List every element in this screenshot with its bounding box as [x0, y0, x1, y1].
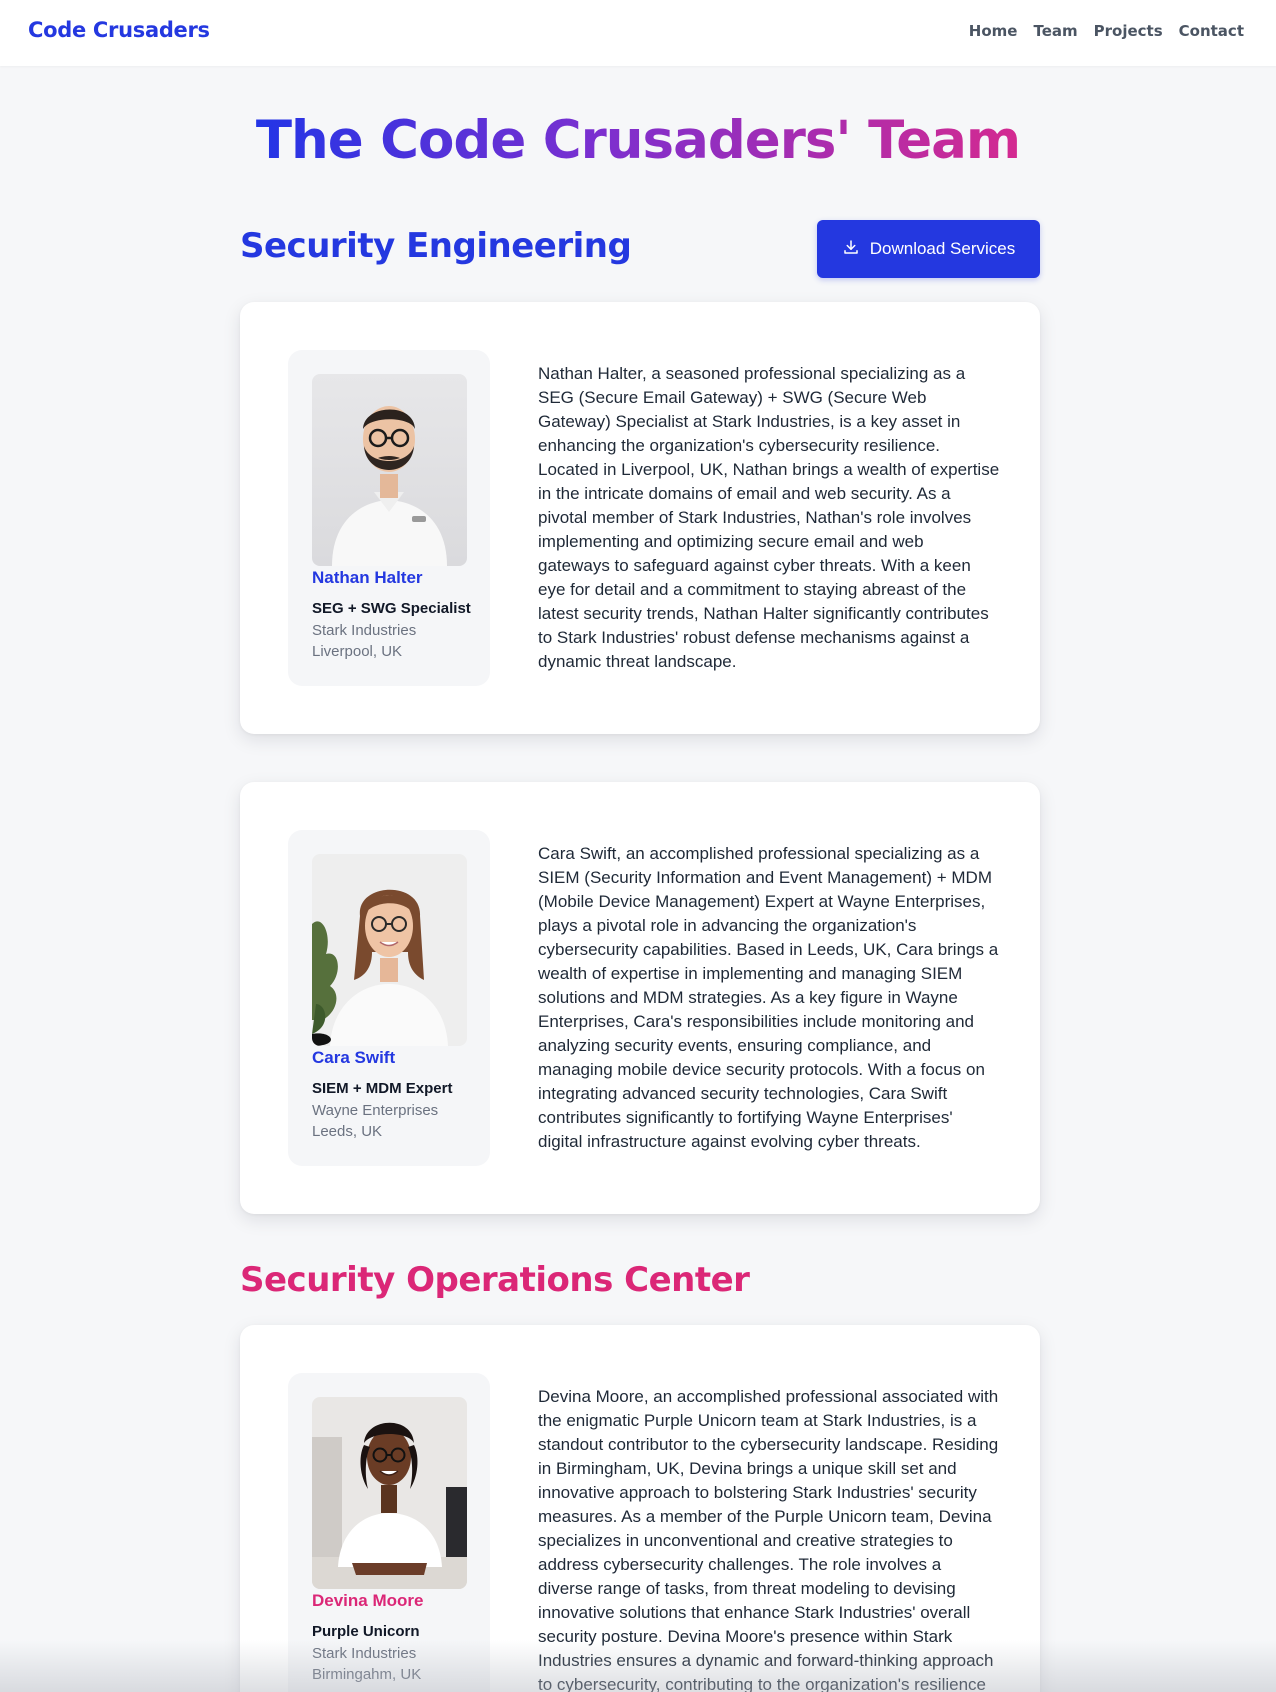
member-bio: Devina Moore, an accomplished profession…	[538, 1387, 999, 1692]
member-location: Birmingahm, UK	[312, 1666, 422, 1683]
section-title-soc: Security Operations Center	[240, 1260, 750, 1300]
member-photo	[312, 374, 467, 566]
member-name: Cara Swift	[312, 1048, 396, 1067]
nav-links: Home Team Projects Contact	[969, 22, 1244, 40]
nav-link-contact[interactable]: Contact	[1179, 22, 1244, 40]
navbar: Code Crusaders Home Team Projects Contac…	[0, 0, 1276, 66]
download-services-label: Download Services	[869, 239, 1016, 258]
download-services-button[interactable]: Download Services	[817, 220, 1040, 278]
section-title-engineering: Security Engineering	[240, 226, 632, 266]
member-location: Leeds, UK	[312, 1123, 383, 1140]
member-bio: Nathan Halter, a seasoned professional s…	[538, 364, 1000, 671]
nav-link-team[interactable]: Team	[1033, 22, 1077, 40]
nav-link-projects[interactable]: Projects	[1094, 22, 1163, 40]
member-role: SEG + SWG Specialist	[312, 600, 471, 617]
profile-panel: Nathan Halter SEG + SWG Specialist Stark…	[288, 350, 490, 686]
profile-panel: Devina Moore Purple Unicorn Stark Indust…	[288, 1373, 490, 1692]
member-company: Stark Industries	[312, 1645, 417, 1662]
member-photo	[312, 854, 467, 1046]
member-card-devina-moore: Devina Moore Purple Unicorn Stark Indust…	[240, 1325, 1040, 1692]
nav-link-home[interactable]: Home	[969, 22, 1018, 40]
profile-panel: Cara Swift SIEM + MDM Expert Wayne Enter…	[288, 830, 490, 1166]
member-role: SIEM + MDM Expert	[312, 1080, 453, 1097]
member-card-nathan-halter: Nathan Halter SEG + SWG Specialist Stark…	[240, 302, 1040, 734]
download-icon	[842, 238, 860, 261]
brand-logo[interactable]: Code Crusaders	[28, 18, 210, 42]
member-photo	[312, 1397, 467, 1589]
member-name: Nathan Halter	[312, 568, 423, 587]
page-title-text: The Code Crusaders' Team	[255, 110, 1021, 171]
member-location: Liverpool, UK	[312, 643, 403, 660]
member-name: Devina Moore	[312, 1591, 424, 1610]
member-role: Purple Unicorn	[312, 1623, 420, 1640]
member-company: Stark Industries	[312, 622, 417, 639]
member-card-cara-swift: Cara Swift SIEM + MDM Expert Wayne Enter…	[240, 782, 1040, 1214]
member-company: Wayne Enterprises	[312, 1102, 439, 1119]
member-bio: Cara Swift, an accomplished professional…	[538, 844, 999, 1151]
page-title: The Code Crusaders' Team	[0, 110, 1276, 171]
